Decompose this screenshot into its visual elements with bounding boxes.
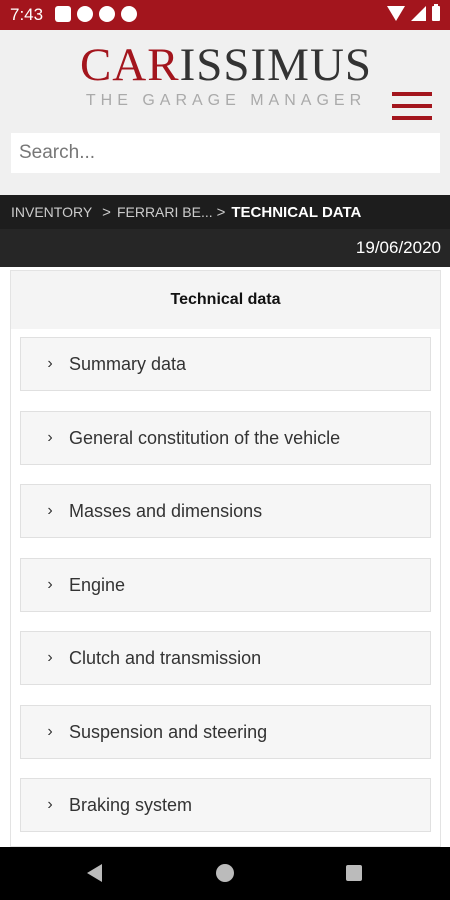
breadcrumb-item-current: TECHNICAL DATA: [231, 203, 362, 221]
accordion-label: General constitution of the vehicle: [69, 427, 341, 448]
signal-icon: [411, 6, 426, 21]
hamburger-menu-icon[interactable]: [392, 90, 432, 122]
app-notification-icon-2: [99, 6, 115, 22]
date-label: 19/06/2020: [355, 238, 441, 257]
search-input[interactable]: [11, 133, 440, 173]
chevron-right-icon: ›: [47, 429, 53, 446]
accordion-suspension-steering[interactable]: › Suspension and steering: [20, 705, 431, 759]
carissimus-logo[interactable]: CARISSIMUS THE GARAGE MANAGER: [66, 40, 386, 110]
recent-apps-icon[interactable]: [346, 865, 362, 881]
accordion-label: Engine: [69, 574, 126, 595]
accordion-label: Masses and dimensions: [69, 500, 263, 521]
breadcrumb-separator-icon: >: [102, 203, 111, 221]
system-icons: [387, 4, 440, 21]
accordion-braking-system[interactable]: › Braking system: [20, 778, 431, 832]
accordion-label: Suspension and steering: [69, 721, 268, 742]
accordion-clutch-transmission[interactable]: › Clutch and transmission: [20, 631, 431, 685]
breadcrumb-item-inventory[interactable]: INVENTORY: [11, 204, 92, 220]
accordion-label: Braking system: [69, 794, 193, 815]
panel-title: Technical data: [11, 271, 440, 329]
chevron-right-icon: ›: [47, 355, 53, 372]
accordion-engine[interactable]: › Engine: [20, 558, 431, 612]
technical-data-panel: Technical data › Summary data › General …: [10, 270, 441, 847]
accordion-general-constitution[interactable]: › General constitution of the vehicle: [20, 411, 431, 465]
accordion-summary-data[interactable]: › Summary data: [20, 337, 431, 391]
wifi-icon: [387, 6, 405, 21]
chevron-right-icon: ›: [47, 576, 53, 593]
date-bar: 19/06/2020: [0, 229, 450, 267]
chevron-right-icon: ›: [47, 796, 53, 813]
app-notification-icon: [77, 6, 93, 22]
chevron-right-icon: ›: [47, 649, 53, 666]
accordion-masses-dimensions[interactable]: › Masses and dimensions: [20, 484, 431, 538]
breadcrumb-separator-icon: >: [216, 203, 226, 221]
app-header: CARISSIMUS THE GARAGE MANAGER: [0, 30, 450, 195]
chevron-right-icon: ›: [47, 723, 53, 740]
home-icon[interactable]: [216, 864, 234, 882]
accordion-label: Summary data: [69, 353, 187, 374]
chevron-right-icon: ›: [47, 502, 53, 519]
battery-icon: [432, 4, 440, 21]
breadcrumb: INVENTORY > FERRARI BE... > TECHNICAL DA…: [0, 195, 450, 229]
logo-subtitle: THE GARAGE MANAGER: [85, 92, 367, 109]
accordion-label: Clutch and transmission: [69, 647, 262, 668]
notification-icons: [55, 6, 137, 22]
logo-text: CARISSIMUS: [79, 39, 373, 91]
status-bar: 7:43: [0, 0, 450, 30]
system-navigation-bar: [0, 847, 450, 900]
data-saver-icon: [121, 6, 137, 22]
breadcrumb-item-vehicle[interactable]: FERRARI BE...: [117, 204, 213, 220]
status-time: 7:43: [10, 5, 44, 24]
back-icon[interactable]: [87, 864, 102, 882]
gallery-notification-icon: [55, 6, 71, 22]
